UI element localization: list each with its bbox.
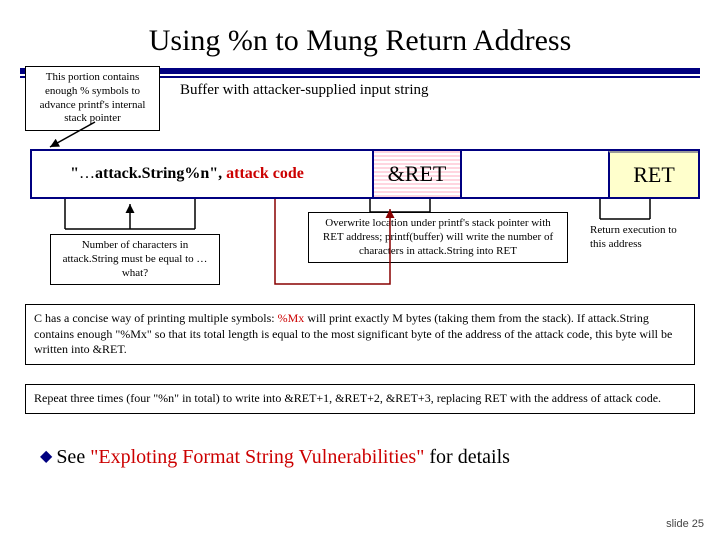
slide-number: slide 25 — [666, 518, 704, 530]
segment-gap — [342, 151, 372, 197]
segment-input-string: "…attack.String%n", attack code — [32, 151, 342, 197]
callout-stack-pointer: This portion contains enough % symbols t… — [25, 66, 160, 131]
reference-bullet: ◆See "Exploting Format String Vulnerabil… — [40, 446, 510, 469]
slide-title: Using %n to Mung Return Address — [0, 0, 720, 66]
buffer-label: Buffer with attacker-supplied input stri… — [180, 82, 429, 99]
segment-gap-2 — [462, 151, 608, 197]
segment-ret-address-ptr: &RET — [372, 151, 462, 197]
slide-body: This portion contains enough % symbols t… — [0, 74, 720, 86]
callout-return-exec: Return execution to this address — [590, 224, 680, 252]
segment-ret: RET — [608, 151, 698, 197]
explanation-box-1: C has a concise way of printing multiple… — [25, 304, 695, 365]
bullet-icon: ◆ — [40, 448, 52, 465]
stack-diagram: "…attack.String%n", attack code &RET RET — [30, 149, 700, 199]
callout-char-count: Number of characters in attack.String mu… — [50, 234, 220, 285]
explanation-box-2: Repeat three times (four "%n" in total) … — [25, 384, 695, 414]
callout-overwrite: Overwrite location under printf's stack … — [308, 212, 568, 263]
